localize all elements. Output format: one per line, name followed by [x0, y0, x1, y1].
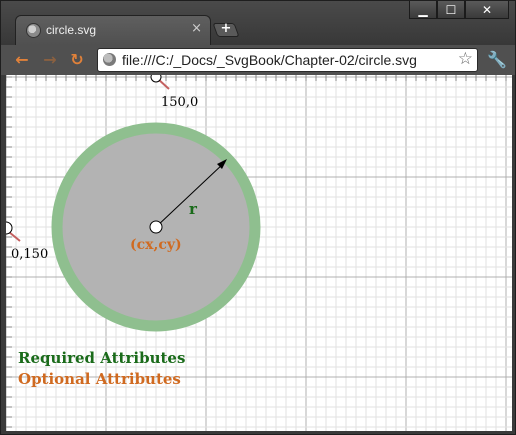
url-text[interactable]: file:///C:/_Docs/_SvgBook/Chapter-02/cir…	[122, 52, 417, 68]
browser-window: circle.svg × + ▁ ☐ ✕ ← → ↻ file:///C:/_D…	[0, 0, 516, 435]
tab-title: circle.svg	[46, 23, 97, 37]
legend-required: Required Attributes	[18, 349, 185, 367]
close-window-button[interactable]: ✕	[465, 1, 509, 19]
page-content: 150,0 0,150 r (cx,cy) Required Attribute…	[6, 75, 512, 431]
top-point-marker	[150, 75, 162, 83]
center-point	[149, 220, 163, 234]
plus-icon: +	[220, 21, 232, 36]
browser-toolbar: ← → ↻ file:///C:/_Docs/_SvgBook/Chapter-…	[1, 45, 515, 75]
new-tab-button[interactable]: +	[212, 21, 240, 37]
radius-label: r	[189, 200, 198, 218]
globe-icon	[103, 53, 116, 66]
center-label: (cx,cy)	[130, 237, 182, 253]
forward-button[interactable]: →	[41, 51, 59, 69]
left-point-marker	[6, 221, 13, 235]
window-controls: ▁ ☐ ✕	[409, 1, 509, 19]
bookmark-star-icon[interactable]: ☆	[458, 49, 473, 69]
minimize-button[interactable]: ▁	[409, 1, 437, 19]
circle-diagram: 150,0 0,150 r (cx,cy) Required Attribute…	[6, 75, 512, 431]
tab-close-icon[interactable]: ×	[191, 21, 202, 36]
back-button[interactable]: ←	[13, 51, 31, 69]
wrench-menu-icon[interactable]: 🔧	[487, 50, 507, 69]
reload-button[interactable]: ↻	[68, 51, 86, 69]
favicon-icon	[26, 23, 41, 38]
tab-circle-svg[interactable]: circle.svg ×	[15, 15, 211, 45]
top-point-label: 150,0	[161, 95, 198, 110]
title-bar: circle.svg × + ▁ ☐ ✕	[1, 1, 515, 45]
legend-optional: Optional Attributes	[18, 370, 181, 388]
left-point-label: 0,150	[11, 247, 48, 262]
address-bar[interactable]: file:///C:/_Docs/_SvgBook/Chapter-02/cir…	[97, 48, 478, 72]
maximize-button[interactable]: ☐	[437, 1, 465, 19]
